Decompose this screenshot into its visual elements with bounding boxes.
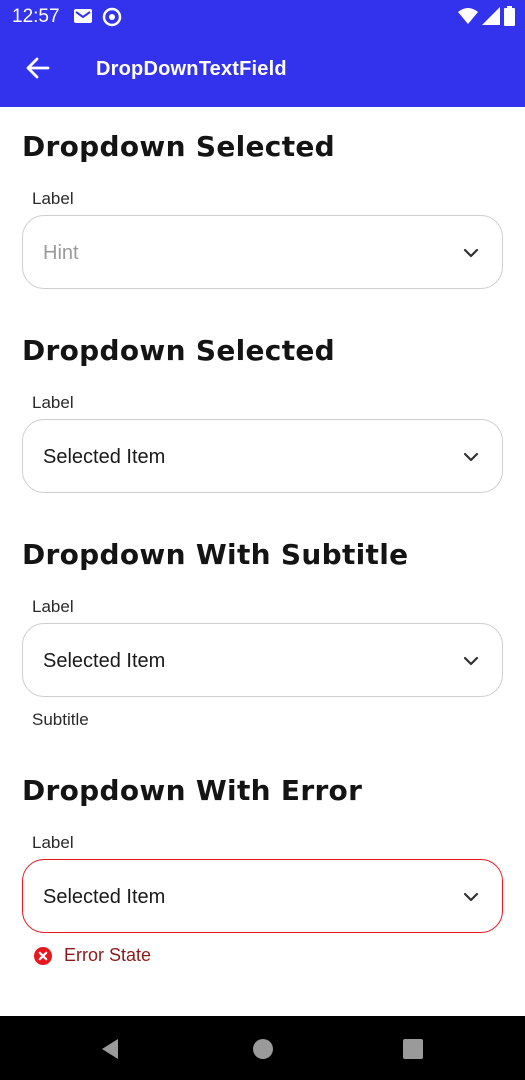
field-label: Label — [32, 189, 74, 208]
dropdown-selected-value: Selected Item — [43, 650, 166, 672]
gmail-icon — [73, 7, 93, 25]
dropdown-field[interactable]: Hint — [22, 215, 503, 289]
section-title: Dropdown Selected — [22, 334, 336, 367]
status-time: 12:57 — [12, 6, 60, 27]
chevron-down-icon — [462, 888, 480, 906]
dropdown-field[interactable]: Selected Item — [22, 623, 503, 697]
wifi-icon — [458, 7, 478, 30]
system-nav-bar — [0, 1016, 525, 1080]
battery-icon — [504, 6, 515, 31]
back-triangle-icon[interactable] — [98, 1036, 124, 1062]
at-sign-icon — [102, 7, 122, 27]
app-title: DropDownTextField — [96, 58, 287, 80]
home-circle-icon[interactable] — [250, 1036, 276, 1062]
dropdown-field[interactable]: Selected Item — [22, 859, 503, 933]
recents-square-icon[interactable] — [400, 1036, 426, 1062]
field-label: Label — [32, 833, 74, 852]
chevron-down-icon — [462, 448, 480, 466]
dropdown-subtitle: Subtitle — [32, 710, 89, 729]
field-label: Label — [32, 393, 74, 412]
status-bar: 12:57 — [0, 0, 525, 32]
signal-icon — [482, 7, 500, 30]
chevron-down-icon — [462, 244, 480, 262]
back-button[interactable] — [18, 52, 58, 88]
dropdown-field[interactable]: Selected Item — [22, 419, 503, 493]
error-circle-icon — [34, 946, 52, 965]
arrow-left-icon — [26, 57, 50, 84]
section-title: Dropdown Selected — [22, 130, 336, 163]
field-label: Label — [32, 597, 74, 616]
chevron-down-icon — [462, 652, 480, 670]
section-title: Dropdown With Error — [22, 774, 363, 807]
status-icons — [458, 6, 515, 31]
error-message: Error State — [34, 945, 151, 966]
dropdown-selected-value: Selected Item — [43, 886, 166, 908]
error-text: Error State — [64, 945, 152, 965]
dropdown-selected-value: Selected Item — [43, 446, 166, 468]
section-title: Dropdown With Subtitle — [22, 538, 409, 571]
app-bar: DropDownTextField — [0, 32, 525, 107]
dropdown-hint-text: Hint — [43, 242, 79, 264]
